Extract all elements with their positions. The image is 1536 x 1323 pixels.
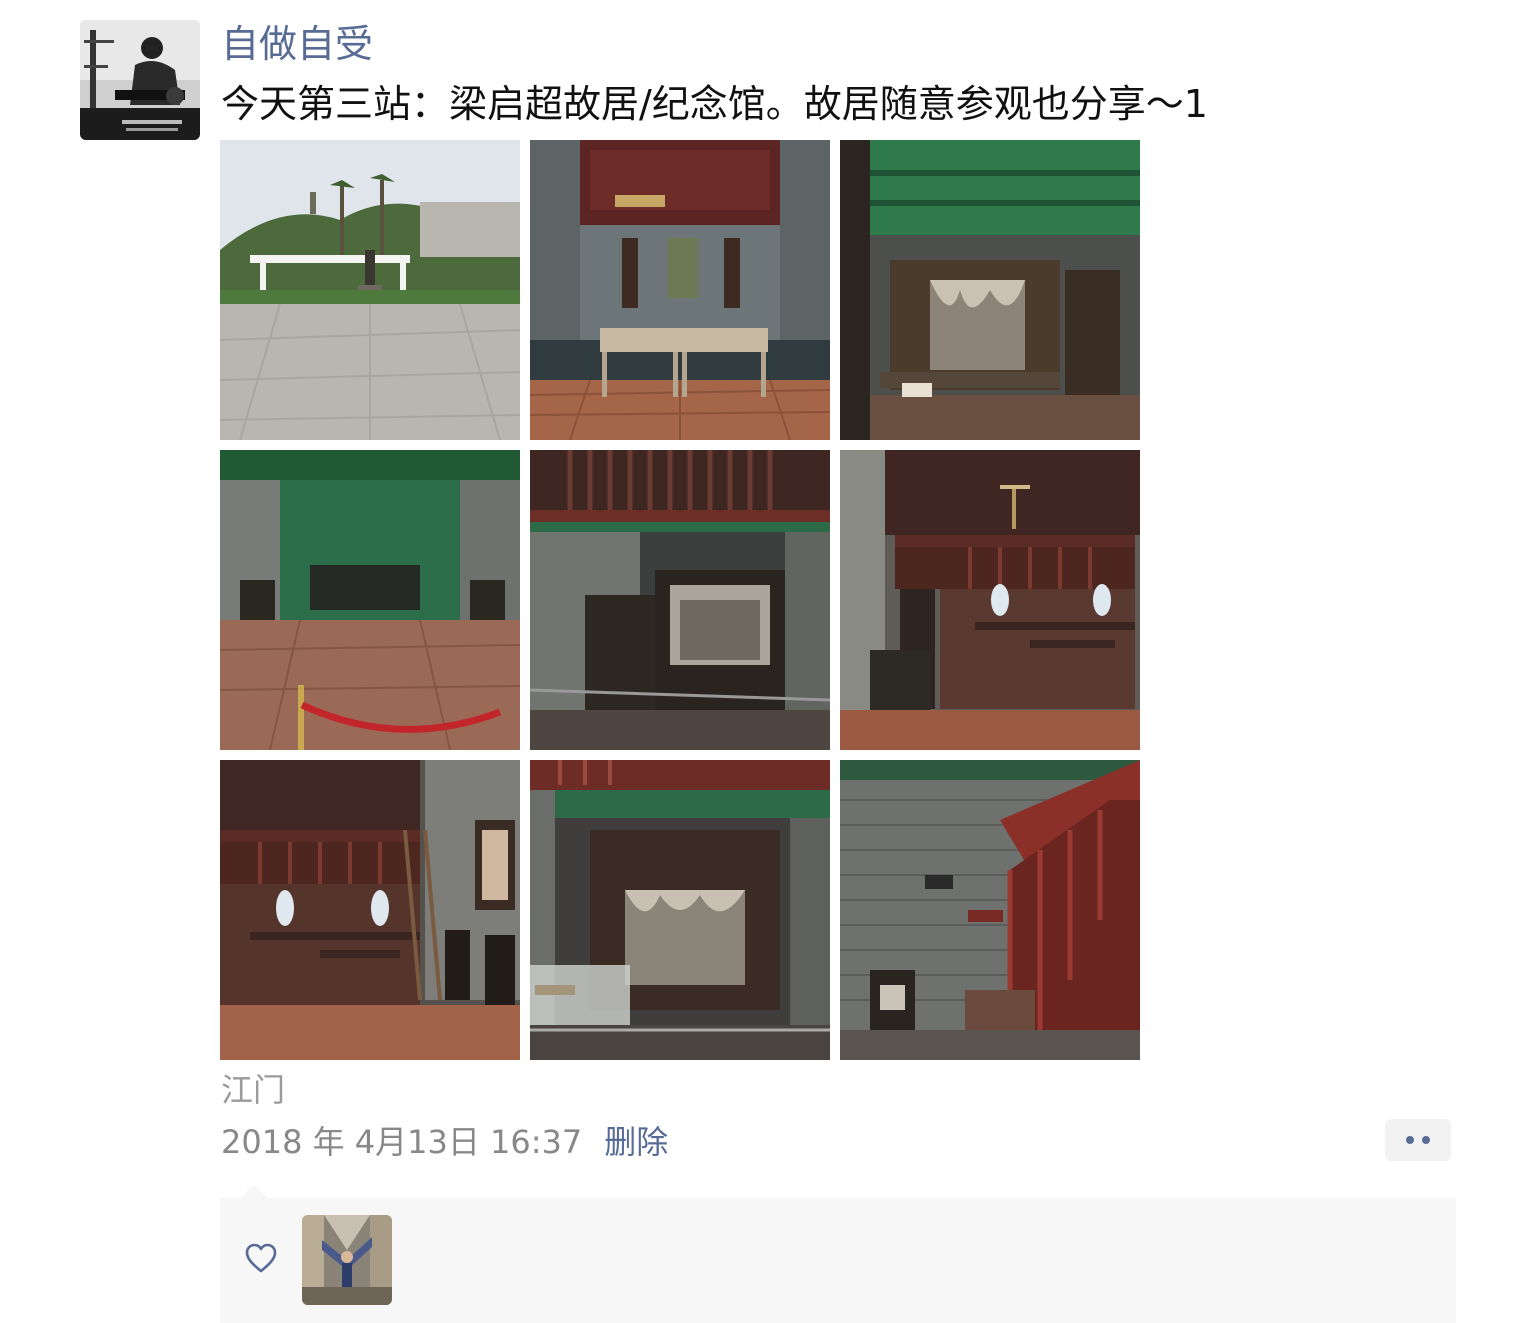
liker-avatar[interactable]	[302, 1215, 392, 1305]
photo-thumbnail[interactable]	[530, 140, 830, 440]
author-name[interactable]: 自做自受	[221, 18, 373, 70]
more-dot	[1406, 1136, 1414, 1144]
location-label[interactable]: 江门	[221, 1068, 285, 1112]
photo-thumbnail[interactable]	[840, 760, 1140, 1060]
photo-thumbnail[interactable]	[840, 140, 1140, 440]
delete-button[interactable]: 删除	[604, 1117, 668, 1163]
photo-thumbnail[interactable]	[220, 760, 520, 1060]
like-panel	[220, 1198, 1456, 1323]
author-avatar[interactable]	[80, 20, 200, 140]
post-meta: 2018 年 4月13日 16:37 删除	[221, 1118, 668, 1162]
post-text: 今天第三站：梁启超故居/纪念馆。故居随意参观也分享～1	[221, 82, 1208, 126]
more-dot	[1422, 1136, 1430, 1144]
photo-grid	[220, 140, 1140, 1060]
heart-outline-icon	[244, 1242, 278, 1274]
photo-thumbnail[interactable]	[220, 450, 520, 750]
more-dots-icon[interactable]	[1385, 1119, 1451, 1161]
post-timestamp: 2018 年 4月13日 16:37	[221, 1123, 583, 1161]
photo-thumbnail[interactable]	[530, 760, 830, 1060]
photo-thumbnail[interactable]	[840, 450, 1140, 750]
like-panel-caret	[240, 1184, 268, 1198]
photo-thumbnail[interactable]	[220, 140, 520, 440]
photo-thumbnail[interactable]	[530, 450, 830, 750]
